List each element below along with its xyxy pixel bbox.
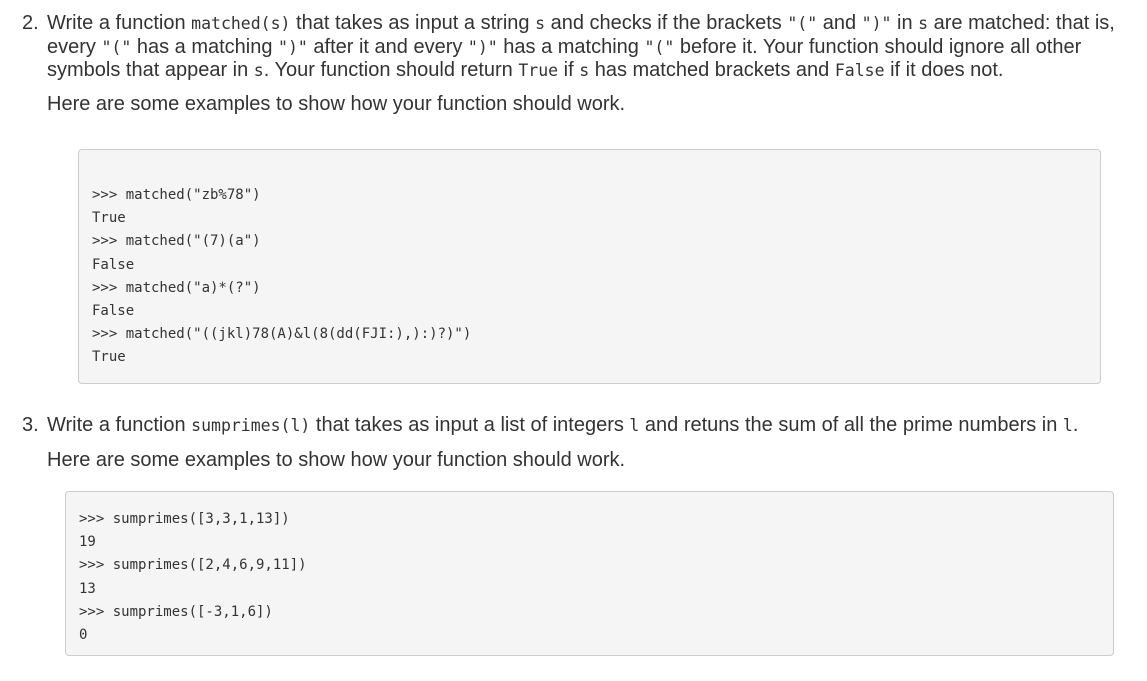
question-2-code-block: >>> matched("zb%78") True >>> matched("(7)…: [78, 149, 1101, 384]
inline-code: ")": [278, 37, 308, 57]
question-2-examples-intro: Here are some examples to show how your …: [47, 93, 626, 115]
text-run: has a matching: [497, 35, 645, 58]
code-line: 13: [79, 580, 96, 597]
question-2-number: 2.: [22, 12, 39, 34]
code-line: >>> matched("a)*(?"): [92, 279, 261, 296]
inline-code: sumprimes(l): [191, 416, 311, 435]
inline-code: ")": [861, 14, 892, 33]
text-run: and retuns the sum of all the prime numb…: [639, 414, 1063, 436]
inline-code: matched(s): [191, 14, 291, 33]
text-run: if: [558, 59, 580, 81]
code-line: False: [92, 302, 135, 319]
code-line: >>> matched("(7)(a"): [92, 233, 261, 250]
question-3-examples-intro: Here are some examples to show how your …: [47, 449, 626, 471]
inline-code: s: [535, 14, 546, 33]
code-line: 0: [79, 626, 88, 643]
code-line: False: [92, 256, 135, 273]
code-line: >>> matched("zb%78"): [92, 187, 261, 203]
inline-code: l: [1062, 416, 1073, 435]
text-run: Write a function: [47, 12, 192, 34]
inline-code: s: [579, 61, 590, 80]
text-run: . Your function should return: [263, 59, 519, 81]
question-2-text: Write a function matched(s) that takes a…: [47, 12, 1137, 83]
inline-code: ")": [467, 37, 498, 57]
text-run: that takes as input a list of integers: [310, 414, 630, 436]
inline-code: "(": [101, 37, 132, 57]
inline-code: l: [629, 416, 640, 435]
code-line: >>> matched("((jkl)78(A)&l(8(dd(FJI:),):…: [92, 326, 472, 343]
text-run: in: [891, 12, 919, 34]
text-run: has matched brackets and: [589, 59, 835, 81]
question-3-number: 3.: [22, 414, 39, 436]
code-line: True: [92, 349, 126, 366]
text-run: and checks if the brackets: [545, 12, 788, 34]
inline-code: s: [918, 14, 929, 33]
code-line: 19: [79, 534, 96, 551]
text-run: after it and every: [307, 35, 468, 58]
code-line: True: [92, 210, 126, 227]
inline-code: s: [253, 61, 264, 80]
inline-code: False: [834, 61, 885, 80]
question-3-text: Write a function sumprimes(l) that takes…: [47, 414, 1137, 438]
text-run: has a matching: [131, 35, 279, 58]
text-run: that takes as input a string: [290, 12, 536, 34]
inline-code: "(": [644, 37, 675, 57]
text-run: Write a function: [47, 414, 192, 436]
text-run: if it does not.: [884, 59, 1004, 81]
text-run: .: [1072, 414, 1079, 436]
question-3-code-block: >>> sumprimes([3,3,1,13]) 19 >>> sumprimes…: [65, 491, 1114, 656]
text-run: and: [817, 12, 862, 34]
inline-code: "(": [787, 14, 818, 33]
code-line: >>> sumprimes([3,3,1,13]): [79, 511, 290, 527]
code-line: >>> sumprimes([2,4,6,9,11]): [79, 557, 307, 574]
code-line: >>> sumprimes([-3,1,6]): [79, 603, 273, 620]
inline-code: True: [518, 61, 559, 80]
